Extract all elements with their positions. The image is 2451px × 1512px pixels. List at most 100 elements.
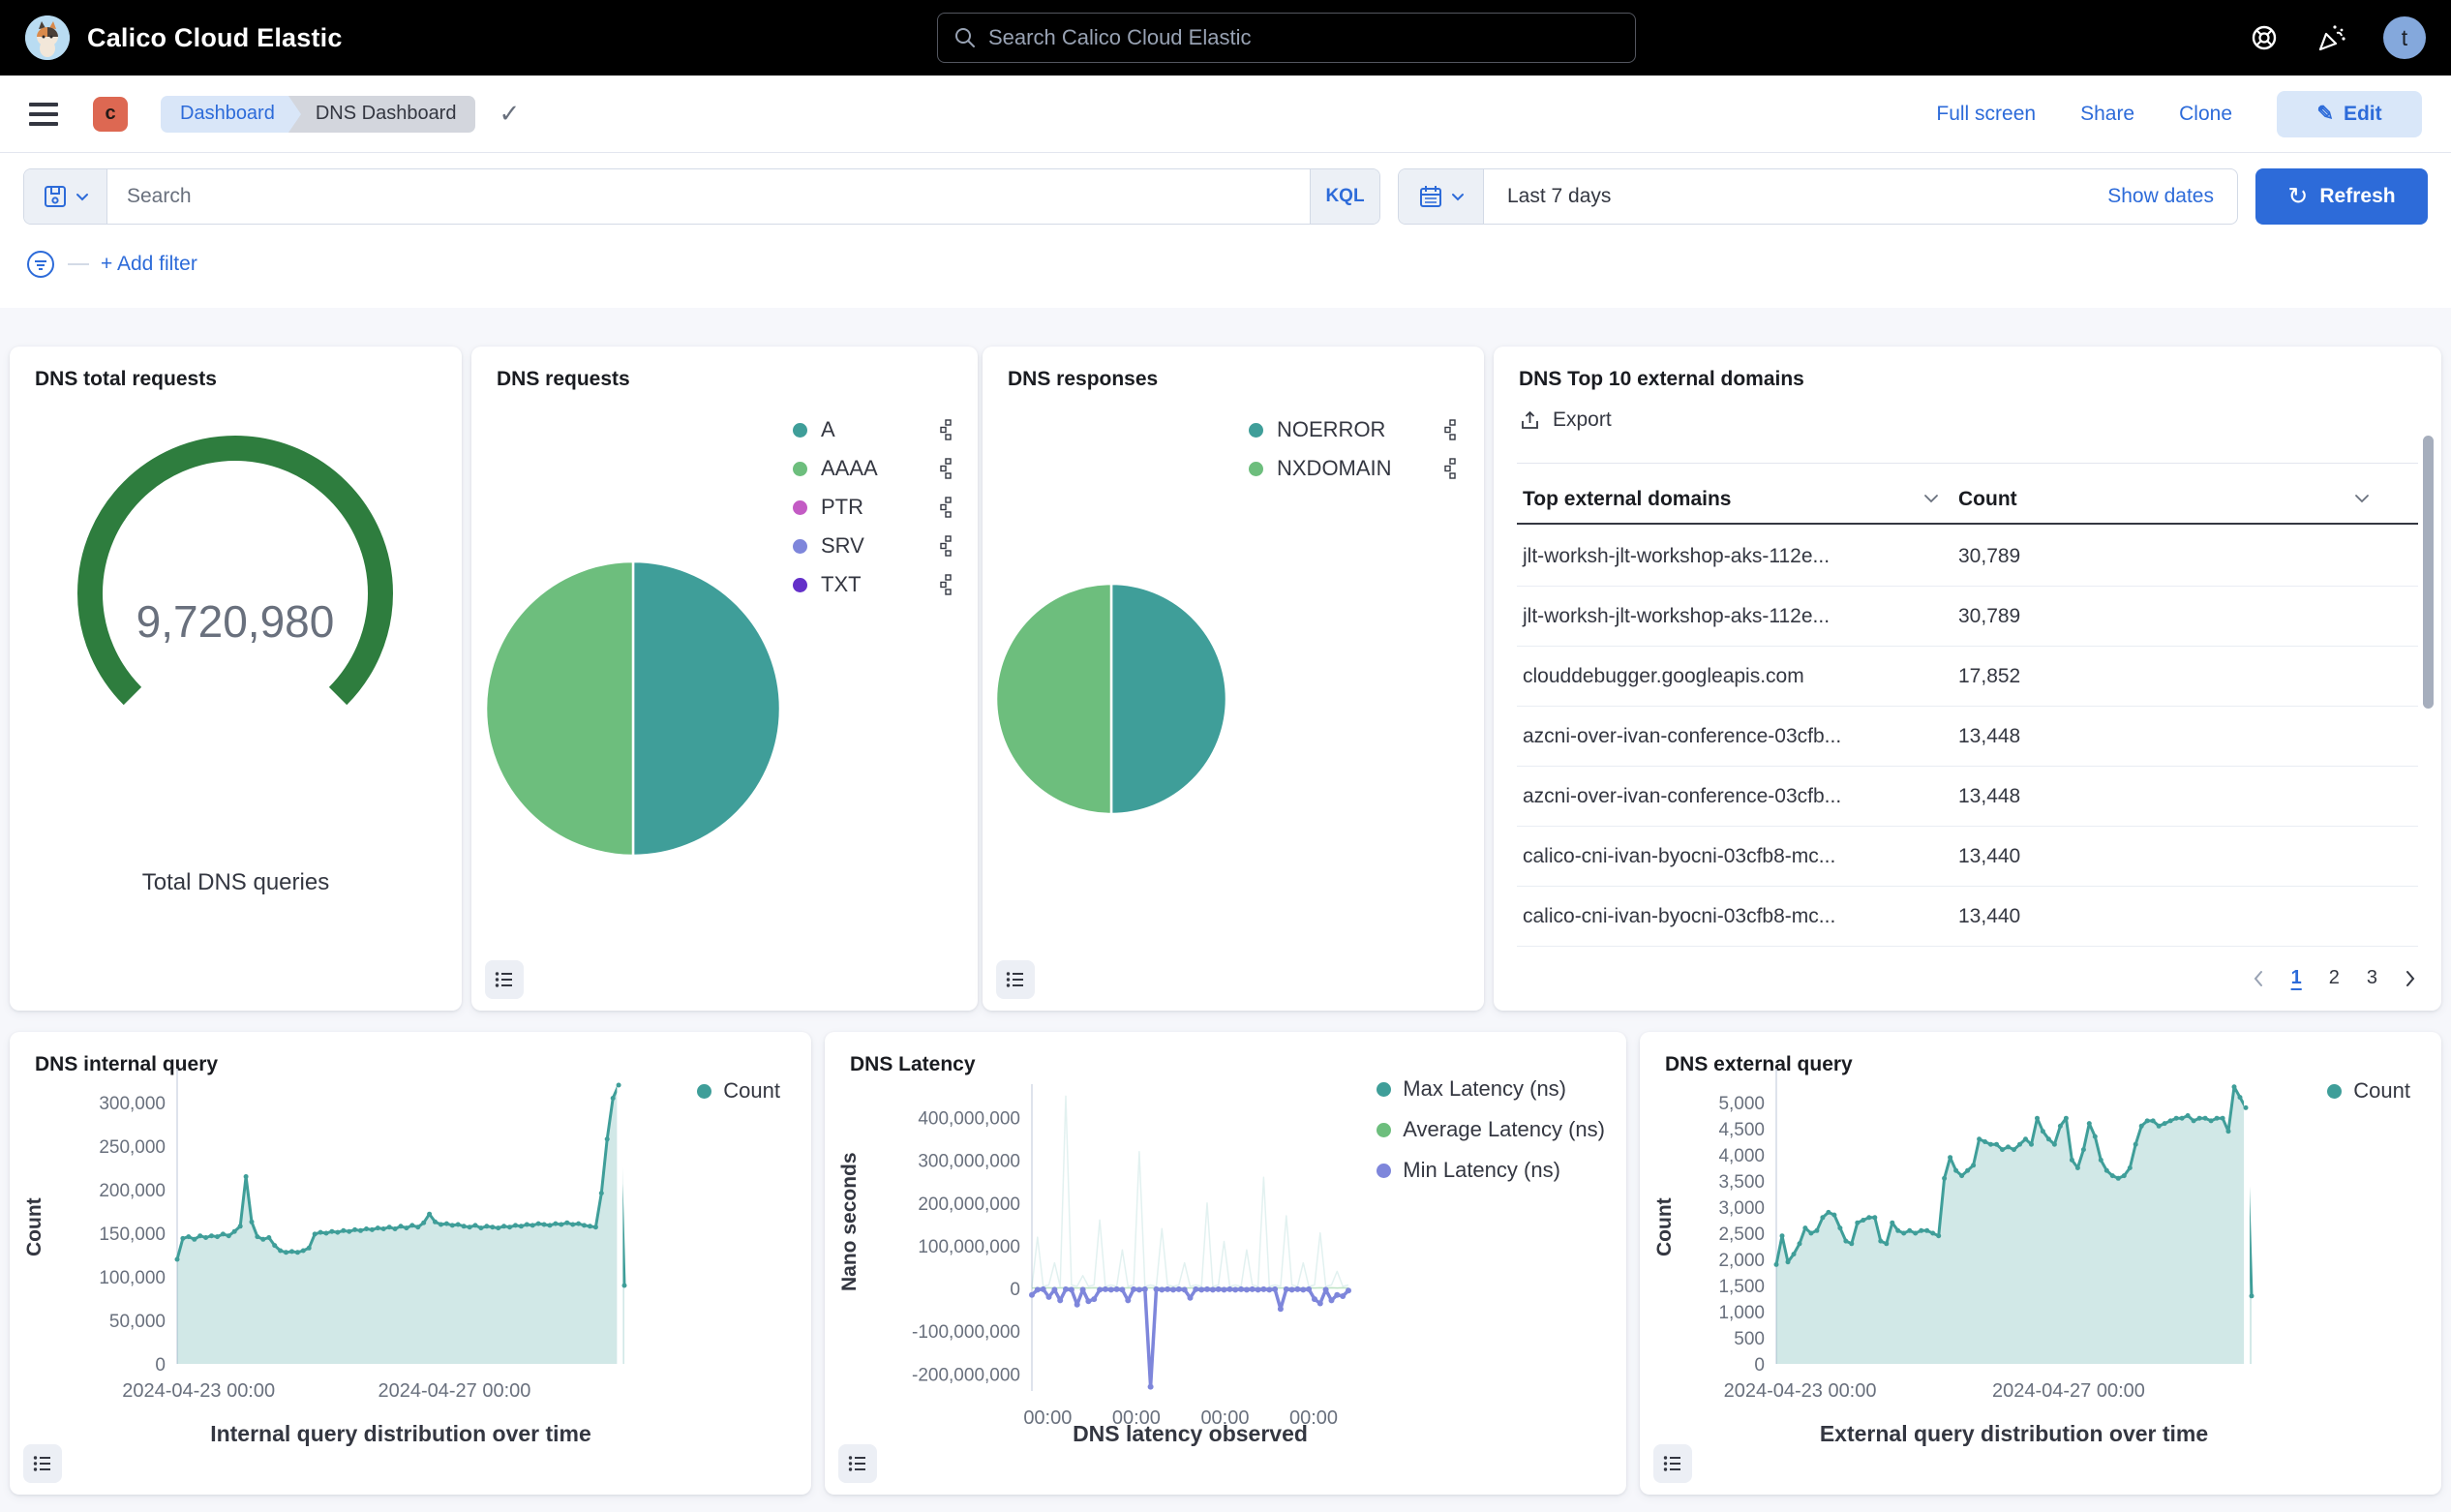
- table-row[interactable]: calico-cni-ivan-byocni-03cfb8-mc...13,44…: [1517, 827, 2418, 887]
- column-sort-chevron-icon[interactable]: [2354, 494, 2370, 503]
- breadcrumb-bar: c Dashboard DNS Dashboard ✓ Full screen …: [0, 76, 2451, 153]
- legend-item[interactable]: TXT: [793, 565, 953, 604]
- count-cell: 17,852: [1958, 665, 2020, 688]
- news-party-popper-icon[interactable]: [2315, 22, 2346, 53]
- svg-text:-200,000,000: -200,000,000: [912, 1365, 1020, 1385]
- legend-actions-icon[interactable]: [940, 574, 953, 595]
- export-button[interactable]: Export: [1519, 408, 1612, 432]
- date-picker: Last 7 days Show dates: [1398, 168, 2238, 225]
- toggle-legend-button[interactable]: [23, 1444, 62, 1483]
- share-link[interactable]: Share: [2080, 103, 2134, 126]
- column-header-count[interactable]: Count: [1958, 488, 2017, 511]
- legend-item[interactable]: AAAA: [793, 449, 953, 488]
- save-icon: [43, 184, 68, 209]
- legend-actions-icon[interactable]: [940, 535, 953, 557]
- table-row[interactable]: calico-cni-ivan-byocni-03cfb8-mc...13,44…: [1517, 887, 2418, 947]
- legend-item[interactable]: A: [793, 410, 953, 449]
- legend-actions-icon[interactable]: [940, 497, 953, 518]
- legend-item[interactable]: NOERROR: [1249, 410, 1457, 449]
- edit-button[interactable]: ✎ Edit: [2277, 91, 2422, 137]
- legend-item[interactable]: PTR: [793, 488, 953, 527]
- top-app-bar: Calico Cloud Elastic t: [0, 0, 2451, 76]
- global-search-input[interactable]: [988, 25, 1619, 50]
- toggle-legend-button[interactable]: [1653, 1444, 1692, 1483]
- search-query-input[interactable]: [107, 169, 1310, 224]
- page-1-button[interactable]: 1: [2291, 967, 2302, 989]
- chevron-down-icon: [1451, 193, 1465, 201]
- legend-label: Max Latency (ns): [1403, 1076, 1566, 1102]
- legend-item[interactable]: Max Latency (ns): [1377, 1076, 1605, 1102]
- table-row[interactable]: jlt-worksh-jlt-workshop-aks-112e...30,78…: [1517, 527, 2418, 587]
- previous-page-icon[interactable]: [2253, 970, 2264, 987]
- chevron-down-icon: [76, 193, 89, 201]
- legend-item[interactable]: Average Latency (ns): [1377, 1117, 1605, 1142]
- chart-caption: DNS latency observed: [1032, 1421, 1348, 1447]
- legend-label: A: [821, 417, 835, 442]
- legend-label: Average Latency (ns): [1403, 1117, 1605, 1142]
- refresh-button[interactable]: ↻ Refresh: [2255, 168, 2428, 225]
- space-badge[interactable]: c: [93, 97, 128, 132]
- legend-label: Count: [723, 1078, 780, 1104]
- svg-text:2024-04-23 00:00: 2024-04-23 00:00: [122, 1380, 275, 1402]
- help-lifebuoy-icon[interactable]: [2250, 23, 2279, 52]
- svg-text:300,000: 300,000: [99, 1094, 166, 1114]
- breadcrumb-dashboard[interactable]: Dashboard: [161, 96, 288, 133]
- toggle-legend-button[interactable]: [996, 960, 1035, 999]
- toggle-legend-button[interactable]: [838, 1444, 877, 1483]
- legend-item[interactable]: Count: [697, 1078, 780, 1104]
- dns-requests-pie-chart[interactable]: [478, 554, 788, 863]
- filter-icon[interactable]: [25, 249, 56, 280]
- legend-dot: [793, 500, 807, 515]
- legend-item[interactable]: Count: [2327, 1078, 2410, 1104]
- table-row[interactable]: azcni-over-ivan-conference-03cfb...13,44…: [1517, 707, 2418, 767]
- domain-cell: jlt-worksh-jlt-workshop-aks-112e...: [1517, 605, 1958, 628]
- full-screen-link[interactable]: Full screen: [1936, 103, 2036, 126]
- chart-caption: Internal query distribution over time: [177, 1421, 624, 1447]
- user-avatar[interactable]: t: [2383, 16, 2426, 59]
- y-axis-label: Count: [23, 1197, 46, 1256]
- dns-latency-chart[interactable]: 400,000,000300,000,000200,000,000100,000…: [858, 1057, 1371, 1444]
- legend-actions-icon[interactable]: [1444, 458, 1457, 479]
- table-row[interactable]: clouddebugger.googleapis.com17,852: [1517, 647, 2418, 707]
- time-range-value[interactable]: Last 7 days: [1507, 185, 1611, 208]
- count-cell: 30,789: [1958, 545, 2020, 568]
- table-scrollbar[interactable]: [2423, 436, 2434, 709]
- table-row[interactable]: azcni-over-ivan-conference-03cfb...13,44…: [1517, 767, 2418, 827]
- legend-label: Min Latency (ns): [1403, 1158, 1560, 1183]
- svg-text:250,000: 250,000: [99, 1137, 166, 1158]
- legend-actions-icon[interactable]: [1444, 419, 1457, 440]
- add-filter-link[interactable]: + Add filter: [101, 253, 197, 276]
- page-3-button[interactable]: 3: [2367, 967, 2377, 989]
- dns-responses-pie-chart[interactable]: [990, 578, 1232, 820]
- date-quick-select-button[interactable]: [1399, 169, 1484, 224]
- menu-hamburger-icon[interactable]: [29, 103, 58, 126]
- legend-item[interactable]: Min Latency (ns): [1377, 1158, 1605, 1183]
- toggle-legend-button[interactable]: [485, 960, 524, 999]
- page-2-button[interactable]: 2: [2329, 967, 2340, 989]
- table-row[interactable]: jlt-worksh-jlt-workshop-aks-112e...30,78…: [1517, 587, 2418, 647]
- saved-query-menu-button[interactable]: [24, 169, 107, 224]
- svg-text:2024-04-27 00:00: 2024-04-27 00:00: [378, 1380, 530, 1402]
- column-header-domains[interactable]: Top external domains: [1523, 488, 1732, 511]
- internal-query-chart[interactable]: 050,000100,000150,000200,000250,000300,0…: [48, 1057, 678, 1444]
- next-page-icon[interactable]: [2405, 970, 2416, 987]
- list-icon: [847, 1453, 868, 1474]
- legend-actions-icon[interactable]: [940, 419, 953, 440]
- svg-text:400,000,000: 400,000,000: [918, 1108, 1020, 1129]
- external-query-chart[interactable]: 05001,0001,5002,0002,5003,0003,5004,0004…: [1679, 1057, 2308, 1444]
- kql-language-button[interactable]: KQL: [1310, 169, 1379, 224]
- panel-title: DNS Top 10 external domains: [1519, 368, 1804, 391]
- column-sort-chevron-icon[interactable]: [1923, 494, 1939, 503]
- legend-actions-icon[interactable]: [940, 458, 953, 479]
- gauge-value: 9,720,980: [136, 596, 335, 647]
- clone-link[interactable]: Clone: [2179, 103, 2232, 126]
- list-icon: [32, 1453, 53, 1474]
- legend-label: Count: [2353, 1078, 2410, 1104]
- legend-item[interactable]: SRV: [793, 527, 953, 565]
- calico-cat-logo[interactable]: [25, 15, 70, 60]
- legend-item[interactable]: NXDOMAIN: [1249, 449, 1457, 488]
- global-search-box[interactable]: [937, 13, 1636, 63]
- show-dates-link[interactable]: Show dates: [2107, 185, 2214, 208]
- svg-text:0: 0: [1010, 1280, 1020, 1300]
- svg-text:0: 0: [1754, 1355, 1765, 1376]
